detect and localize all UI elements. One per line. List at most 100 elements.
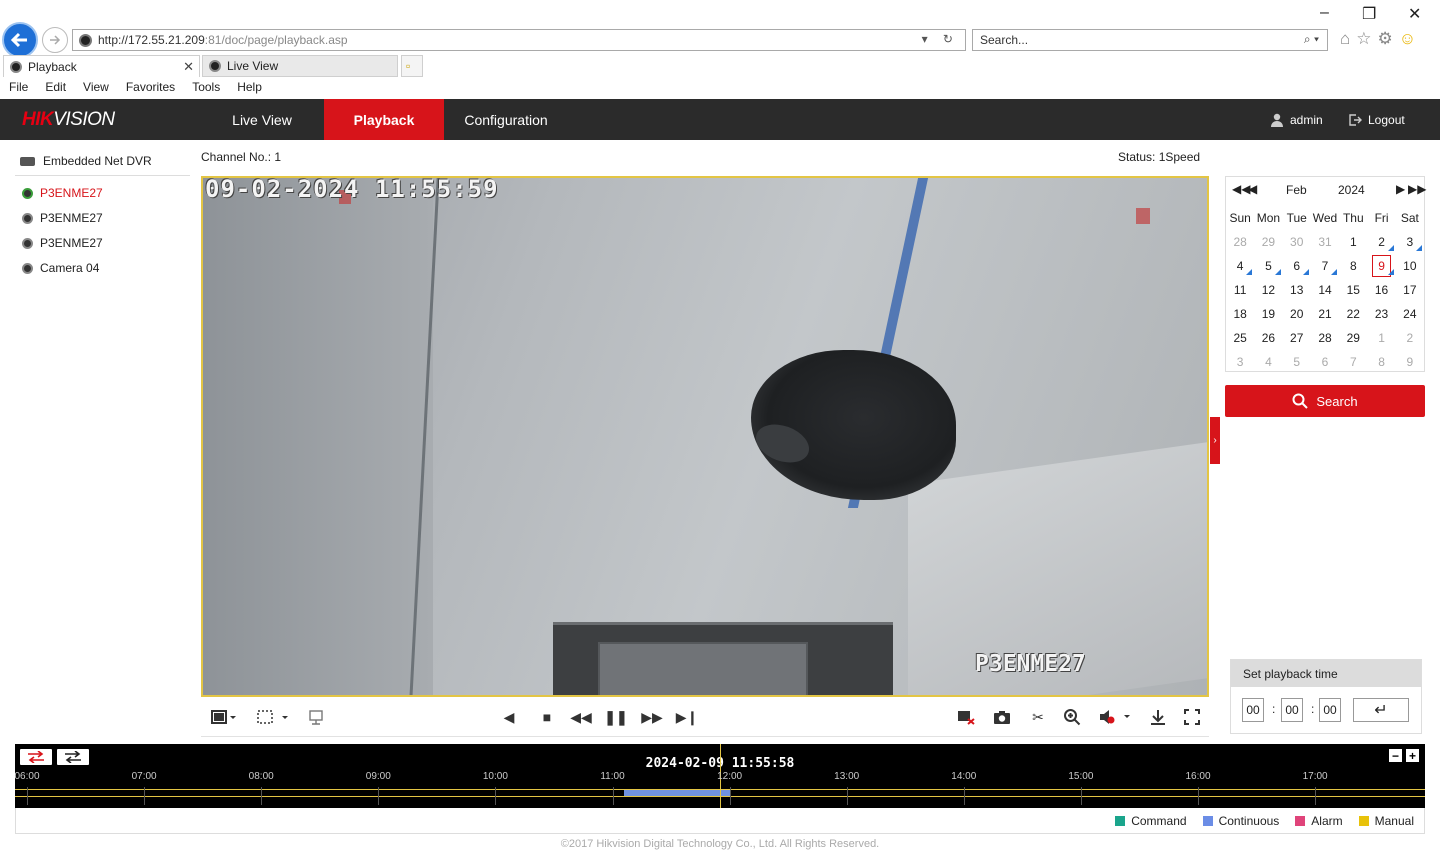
new-tab-button[interactable]: ▫ [401,55,423,77]
close-tab-icon[interactable]: ✕ [183,59,194,75]
favorites-star-icon[interactable]: ☆ [1356,29,1377,48]
single-frame-button[interactable]: ▶❙ [676,706,699,728]
speed-up-button[interactable]: ▶▶ [641,706,663,728]
calendar-day[interactable]: 28 [1226,230,1254,254]
calendar-day[interactable]: 7 [1339,350,1367,374]
prev-month-icon[interactable]: ◀ [1248,182,1257,196]
calendar-day[interactable]: 7 [1311,254,1339,278]
search-button[interactable]: Search [1225,385,1425,417]
apply-time-button[interactable]: ↵ [1353,698,1409,722]
calendar-day[interactable]: 30 [1283,230,1311,254]
search-icon[interactable]: ⌕ ▾ [1304,32,1319,47]
menu-view[interactable]: View [83,80,109,99]
calendar-day[interactable]: 11 [1226,278,1254,302]
calendar-day[interactable]: 8 [1339,254,1367,278]
calendar-day[interactable]: 3 [1396,230,1424,254]
calendar-day[interactable]: 28 [1311,326,1339,350]
calendar-day[interactable]: 25 [1226,326,1254,350]
calendar-day[interactable]: 15 [1339,278,1367,302]
calendar-day[interactable]: 9 [1396,350,1424,374]
calendar-day[interactable]: 18 [1226,302,1254,326]
calendar-day[interactable]: 5 [1254,254,1282,278]
next-month-icon[interactable]: ▶ [1396,182,1405,196]
menu-edit[interactable]: Edit [45,80,66,99]
calendar-day[interactable]: 26 [1254,326,1282,350]
menu-tools[interactable]: Tools [192,80,220,99]
calendar-day[interactable]: 20 [1283,302,1311,326]
calendar-year[interactable]: 2024 [1338,183,1365,197]
calendar-day[interactable]: 4 [1254,350,1282,374]
fullscreen-button[interactable] [1181,706,1203,728]
timeline-zoom-in-button[interactable]: + [1406,749,1419,762]
collapse-panel-toggle[interactable]: › [1210,417,1220,464]
forward-button[interactable] [42,27,68,53]
calendar-day[interactable]: 9 [1367,254,1395,278]
minimize-button[interactable]: – [1320,4,1329,22]
camera-item-4[interactable]: Camera 04 [22,259,99,277]
calendar-day[interactable]: 2 [1396,326,1424,350]
refresh-icon[interactable]: ▾ ↻ [922,32,959,46]
download-button[interactable] [1147,706,1169,728]
slow-down-button[interactable]: ◀◀ [570,706,592,728]
calendar-day[interactable]: 13 [1283,278,1311,302]
calendar-day[interactable]: 29 [1339,326,1367,350]
calendar-day[interactable]: 8 [1367,350,1395,374]
stop-button[interactable]: ■ [537,706,557,728]
calendar-day[interactable]: 1 [1339,230,1367,254]
calendar-day[interactable]: 19 [1254,302,1282,326]
camera-item-3[interactable]: P3ENME27 [22,234,103,252]
calendar-day[interactable]: 6 [1311,350,1339,374]
calendar-day[interactable]: 14 [1311,278,1339,302]
camera-item-2[interactable]: P3ENME27 [22,209,103,227]
calendar-day[interactable]: 23 [1367,302,1395,326]
calendar-day[interactable]: 27 [1283,326,1311,350]
clip-button[interactable]: ✂ [1027,706,1049,728]
user-menu[interactable]: admin [1270,99,1323,140]
reverse-play-button[interactable]: ◀ [499,706,519,728]
tab-live-view[interactable]: Live View [202,55,398,77]
minute-field[interactable]: 00 [1281,698,1303,722]
calendar-day[interactable]: 22 [1339,302,1367,326]
close-window-button[interactable]: ✕ [1408,4,1421,24]
fisheye-button[interactable] [305,706,327,728]
playback-timeline[interactable]: 2024-02-09 11:55:58 − + 06:00 07:00 08:00 0… [14,744,1425,808]
calendar-day[interactable]: 31 [1311,230,1339,254]
home-icon[interactable]: ⌂ [1340,29,1356,48]
nav-configuration[interactable]: Configuration [444,99,568,140]
calendar-day[interactable]: 12 [1254,278,1282,302]
stop-all-button[interactable] [955,706,977,728]
digital-zoom-button[interactable] [1061,706,1083,728]
calendar-day[interactable]: 2 [1367,230,1395,254]
settings-gear-icon[interactable]: ⚙ [1378,29,1399,48]
capture-button[interactable] [991,706,1013,728]
menu-help[interactable]: Help [237,80,262,99]
nav-playback[interactable]: Playback [324,99,444,140]
back-button[interactable] [2,22,38,58]
pause-button[interactable]: ❚❚ [604,706,627,728]
logout-button[interactable]: Logout [1348,99,1405,140]
smiley-feedback-icon[interactable]: ☺ [1399,29,1422,48]
region-select-button[interactable] [255,706,291,728]
device-tree-root[interactable]: Embedded Net DVR [20,154,152,168]
calendar-day[interactable]: 10 [1396,254,1424,278]
address-bar[interactable]: http://172.55.21.209:81/doc/page/playbac… [72,29,966,51]
calendar-day[interactable]: 21 [1311,302,1339,326]
calendar-day[interactable]: 24 [1396,302,1424,326]
browser-search-input[interactable]: Search... ⌕ ▾ [972,29,1328,51]
calendar-day[interactable]: 4 [1226,254,1254,278]
tab-playback[interactable]: Playback ✕ [3,55,200,77]
calendar-day[interactable]: 1 [1367,326,1395,350]
window-layout-button[interactable] [207,706,241,728]
calendar-day[interactable]: 5 [1283,350,1311,374]
calendar-month[interactable]: Feb [1286,183,1307,197]
restore-button[interactable]: ❐ [1362,4,1376,24]
next-year-icon[interactable]: ▶▶ [1408,182,1426,196]
calendar-day[interactable]: 17 [1396,278,1424,302]
calendar-day[interactable]: 3 [1226,350,1254,374]
second-field[interactable]: 00 [1319,698,1341,722]
menu-favorites[interactable]: Favorites [126,80,175,99]
nav-live-view[interactable]: Live View [200,99,324,140]
hour-field[interactable]: 00 [1242,698,1264,722]
menu-file[interactable]: File [9,80,28,99]
timeline-zoom-out-button[interactable]: − [1389,749,1402,762]
